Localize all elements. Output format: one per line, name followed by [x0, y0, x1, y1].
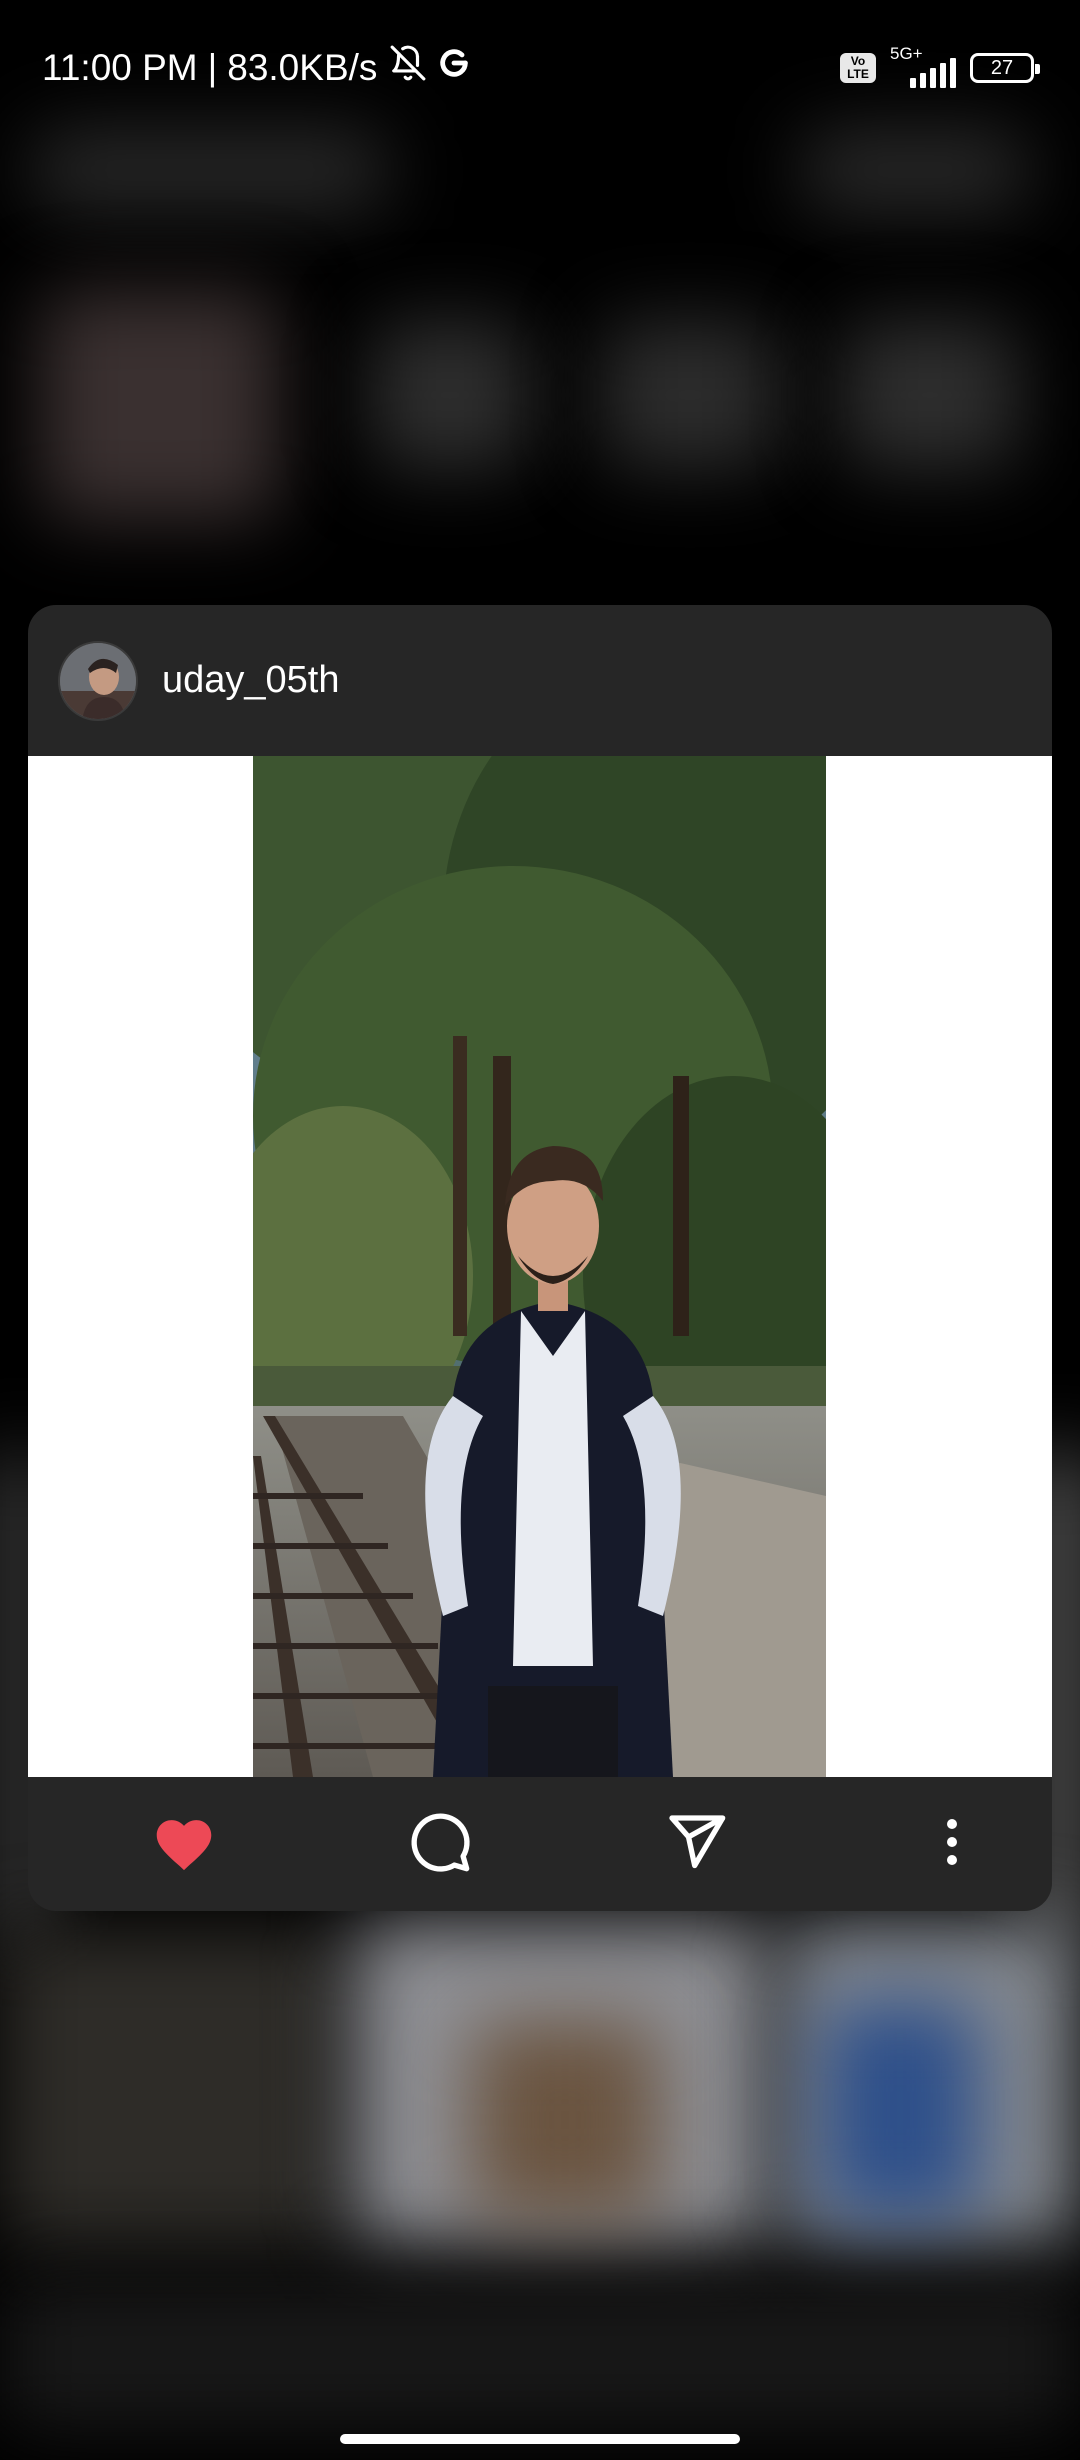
more-options-icon: [944, 1817, 960, 1872]
avatar[interactable]: [58, 640, 138, 721]
bell-off-icon: [389, 44, 427, 91]
share-icon: [664, 1810, 728, 1879]
status-right: Vo LTE 5G+ 27: [840, 44, 1040, 88]
home-indicator[interactable]: [340, 2434, 740, 2444]
volte-icon: Vo LTE: [840, 53, 876, 83]
heart-icon: [151, 1812, 217, 1877]
share-button[interactable]: [636, 1777, 756, 1911]
battery-level: 27: [990, 57, 1014, 79]
signal-bars: [910, 58, 956, 88]
username[interactable]: uday_05th: [162, 659, 340, 702]
status-time: 11:00 PM: [42, 46, 198, 88]
post-action-bar: [28, 1777, 1052, 1911]
post-media[interactable]: [28, 756, 1052, 1777]
status-bar: 11:00 PM | 83.0KB/s Vo LTE 5G+ 27: [0, 0, 1080, 140]
status-separator: |: [207, 46, 218, 88]
post-photo[interactable]: [253, 756, 826, 1777]
like-button[interactable]: [124, 1777, 244, 1911]
post-header[interactable]: uday_05th: [28, 605, 1052, 756]
battery-icon: 27: [970, 53, 1040, 83]
comment-button[interactable]: [380, 1777, 500, 1911]
status-left: 11:00 PM | 83.0KB/s: [42, 44, 471, 91]
network-speed: 83.0KB/s: [227, 46, 378, 88]
comment-icon: [408, 1810, 472, 1879]
google-icon: [437, 46, 471, 89]
post-preview-card: uday_05th: [28, 605, 1052, 1911]
more-options-button[interactable]: [892, 1777, 1012, 1911]
signal-icon: 5G+: [890, 44, 956, 88]
